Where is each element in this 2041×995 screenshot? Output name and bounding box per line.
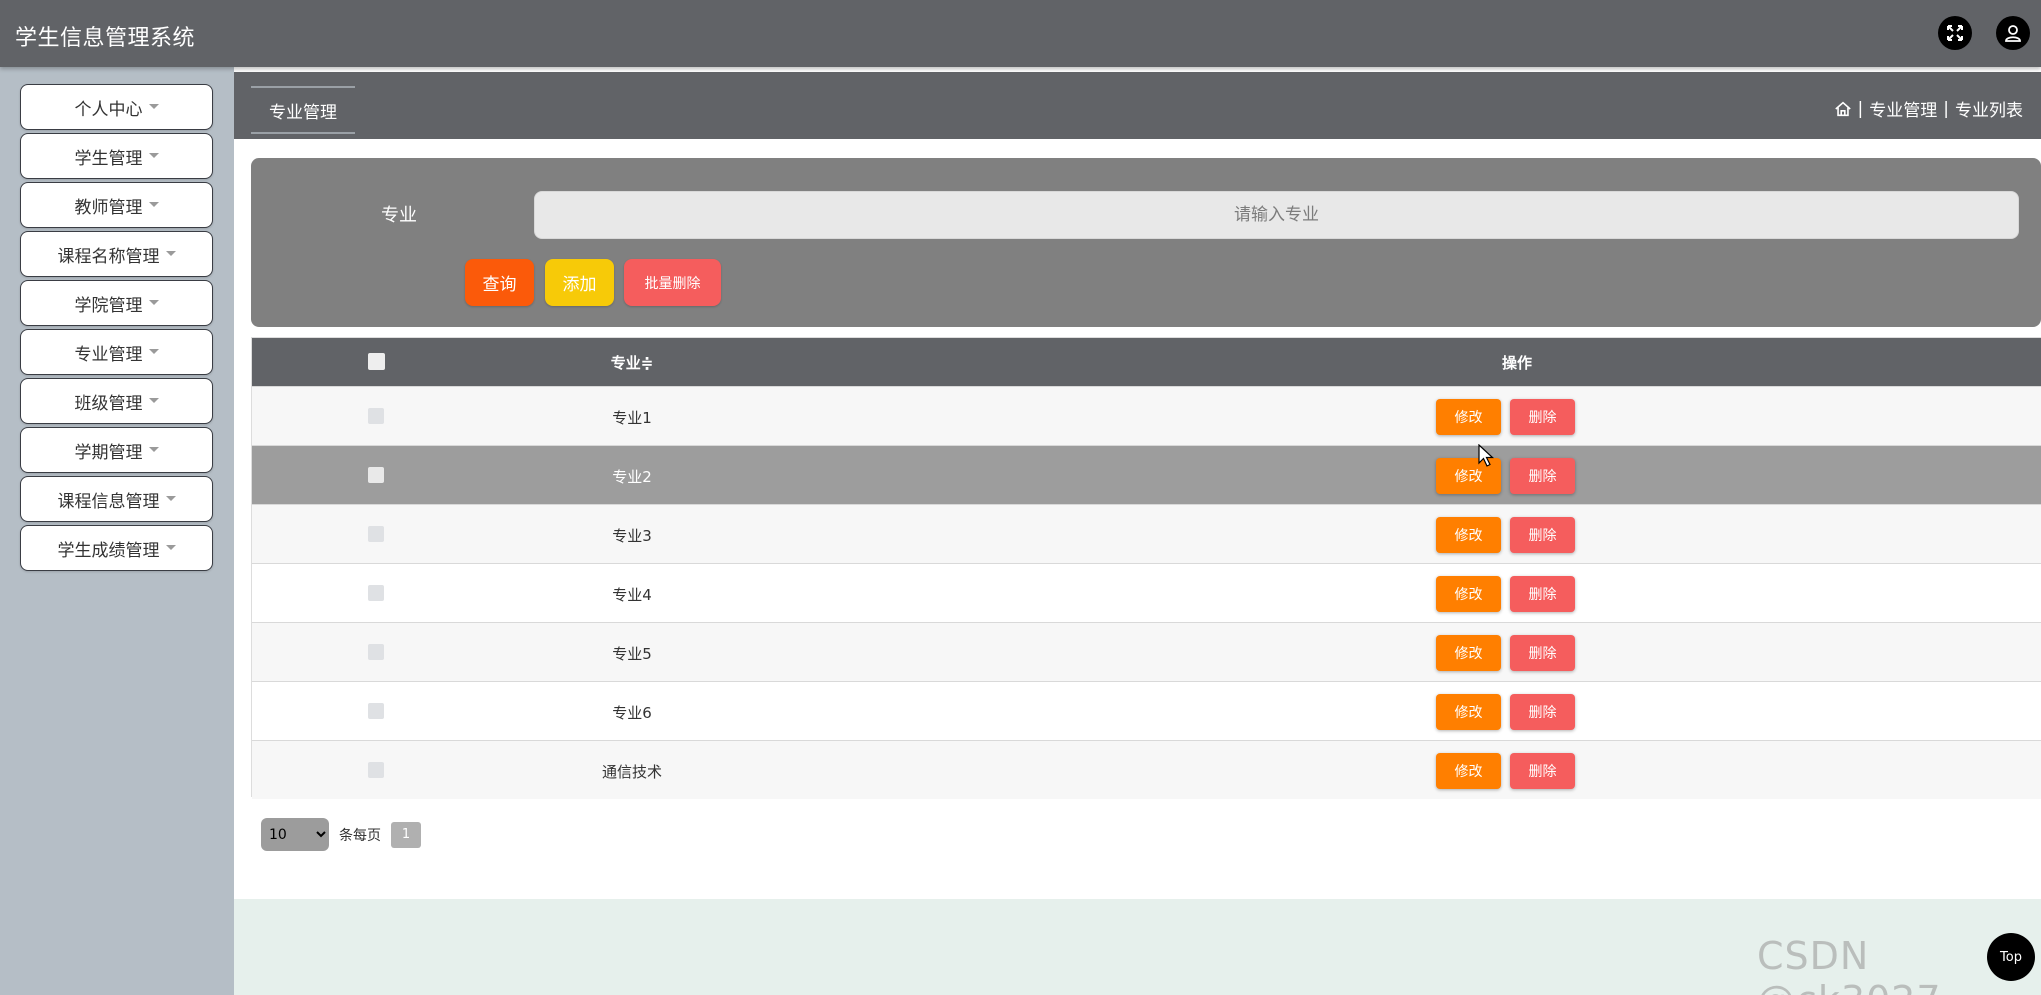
row-checkbox[interactable] — [368, 703, 384, 719]
sidebar-item-classes[interactable]: 班级管理 — [20, 378, 213, 424]
row-checkbox[interactable] — [368, 467, 384, 483]
delete-button[interactable]: 删除 — [1510, 517, 1575, 553]
breadcrumb-separator: | — [1857, 98, 1864, 119]
chevron-down-icon — [148, 201, 159, 207]
sidebar-item-teachers[interactable]: 教师管理 — [20, 182, 213, 228]
page-number-button[interactable]: 1 — [391, 821, 421, 848]
major-search-label: 专业 — [381, 205, 417, 226]
edit-button[interactable]: 修改 — [1436, 399, 1501, 435]
edit-button[interactable]: 修改 — [1436, 635, 1501, 671]
delete-button[interactable]: 删除 — [1510, 399, 1575, 435]
table-row: 通信技术 修改 删除 — [252, 740, 2041, 799]
sidebar-item-students[interactable]: 学生管理 — [20, 133, 213, 179]
top-bar: 学生信息管理系统 — [0, 0, 2041, 67]
sidebar-item-label: 学期管理 — [74, 442, 143, 463]
edit-button[interactable]: 修改 — [1436, 694, 1501, 730]
page-size-select[interactable]: 10 — [261, 818, 329, 851]
sidebar-item-label: 个人中心 — [74, 99, 143, 120]
sidebar: 个人中心 学生管理 教师管理 课程名称管理 学院管理 专业管理 班级管理 学期管… — [0, 67, 234, 995]
sidebar-item-label: 学生成绩管理 — [57, 540, 160, 561]
chevron-down-icon — [148, 299, 159, 305]
sidebar-item-label: 教师管理 — [74, 197, 143, 218]
batch-delete-button[interactable]: 批量删除 — [624, 259, 721, 306]
back-to-top-button[interactable]: Top — [1987, 933, 2035, 981]
table-row: 专业4 修改 删除 — [252, 563, 2041, 622]
sidebar-item-personal-center[interactable]: 个人中心 — [20, 84, 213, 130]
major-table: 专业≑ 操作 专业1 修改 删除 专业2 修改 删除 专业3 修改 删除 专业4… — [251, 337, 2041, 799]
edit-button[interactable]: 修改 — [1436, 576, 1501, 612]
table-row: 专业1 修改 删除 — [252, 386, 2041, 445]
edit-button[interactable]: 修改 — [1436, 753, 1501, 789]
breadcrumb-separator: | — [1943, 98, 1949, 119]
fullscreen-icon — [1947, 25, 1963, 41]
major-name-cell: 专业6 — [612, 704, 652, 722]
pagination: 10 条每页 1 — [261, 818, 421, 851]
major-search-input[interactable] — [534, 191, 2019, 239]
major-name-cell: 专业2 — [612, 468, 652, 486]
delete-button[interactable]: 删除 — [1510, 753, 1575, 789]
sidebar-item-label: 学生管理 — [74, 148, 143, 169]
select-all-checkbox[interactable] — [368, 353, 385, 370]
chevron-down-icon — [148, 348, 159, 354]
major-name-cell: 通信技术 — [601, 763, 662, 781]
chevron-down-icon — [148, 397, 159, 403]
chevron-down-icon — [148, 103, 159, 109]
chevron-down-icon — [165, 495, 176, 501]
sidebar-item-label: 班级管理 — [74, 393, 143, 414]
sidebar-item-course-names[interactable]: 课程名称管理 — [20, 231, 213, 277]
tab-major-management[interactable]: 专业管理 — [251, 86, 355, 134]
chevron-down-icon — [148, 446, 159, 452]
sidebar-item-label: 课程信息管理 — [57, 491, 160, 512]
sidebar-item-colleges[interactable]: 学院管理 — [20, 280, 213, 326]
sidebar-item-label: 课程名称管理 — [57, 246, 160, 267]
table-row: 专业5 修改 删除 — [252, 622, 2041, 681]
table-header: 专业≑ 操作 — [252, 338, 2041, 386]
user-button[interactable] — [1996, 16, 2030, 50]
edit-button[interactable]: 修改 — [1436, 517, 1501, 553]
delete-button[interactable]: 删除 — [1510, 458, 1575, 494]
sidebar-item-semesters[interactable]: 学期管理 — [20, 427, 213, 473]
major-name-cell: 专业3 — [612, 527, 652, 545]
column-header-operations: 操作 — [1501, 354, 1532, 372]
sidebar-item-grades[interactable]: 学生成绩管理 — [20, 525, 213, 571]
delete-button[interactable]: 删除 — [1510, 635, 1575, 671]
mouse-cursor-icon — [1478, 444, 1495, 467]
home-icon[interactable] — [1834, 100, 1852, 118]
row-checkbox[interactable] — [368, 585, 384, 601]
major-name-cell: 专业1 — [612, 409, 652, 427]
chevron-down-icon — [148, 152, 159, 158]
main-content: 专业管理 | 专业管理 | 专业列表 专业 查询 添加 批量删除 专业≑ 操作 … — [234, 67, 2041, 899]
query-button[interactable]: 查询 — [465, 259, 534, 306]
search-panel: 专业 查询 添加 批量删除 — [251, 158, 2041, 327]
per-page-label: 条每页 — [339, 827, 381, 844]
user-icon — [2005, 25, 2021, 42]
row-checkbox[interactable] — [368, 526, 384, 542]
chevron-down-icon — [165, 250, 176, 256]
table-row: 专业3 修改 删除 — [252, 504, 2041, 563]
table-row: 专业6 修改 删除 — [252, 681, 2041, 740]
column-header-major[interactable]: 专业≑ — [552, 352, 712, 373]
delete-button[interactable]: 删除 — [1510, 694, 1575, 730]
fullscreen-button[interactable] — [1938, 16, 1972, 50]
sidebar-item-course-info[interactable]: 课程信息管理 — [20, 476, 213, 522]
app-title: 学生信息管理系统 — [15, 26, 196, 51]
sidebar-item-label: 学院管理 — [74, 295, 143, 316]
page-header: 专业管理 | 专业管理 | 专业列表 — [234, 72, 2041, 139]
major-name-cell: 专业4 — [612, 586, 652, 604]
row-checkbox[interactable] — [368, 762, 384, 778]
row-checkbox[interactable] — [368, 644, 384, 660]
major-name-cell: 专业5 — [612, 645, 652, 663]
row-checkbox[interactable] — [368, 408, 384, 424]
breadcrumb-item-major-list: 专业列表 — [1955, 101, 2023, 121]
table-row: 专业2 修改 删除 — [252, 445, 2041, 504]
sidebar-item-majors[interactable]: 专业管理 — [20, 329, 213, 375]
delete-button[interactable]: 删除 — [1510, 576, 1575, 612]
add-button[interactable]: 添加 — [545, 259, 614, 306]
breadcrumb-item-major-management[interactable]: 专业管理 — [1869, 96, 1937, 121]
chevron-down-icon — [165, 544, 176, 550]
breadcrumb: | 专业管理 | 专业列表 — [1834, 96, 2023, 121]
sidebar-item-label: 专业管理 — [74, 344, 143, 365]
